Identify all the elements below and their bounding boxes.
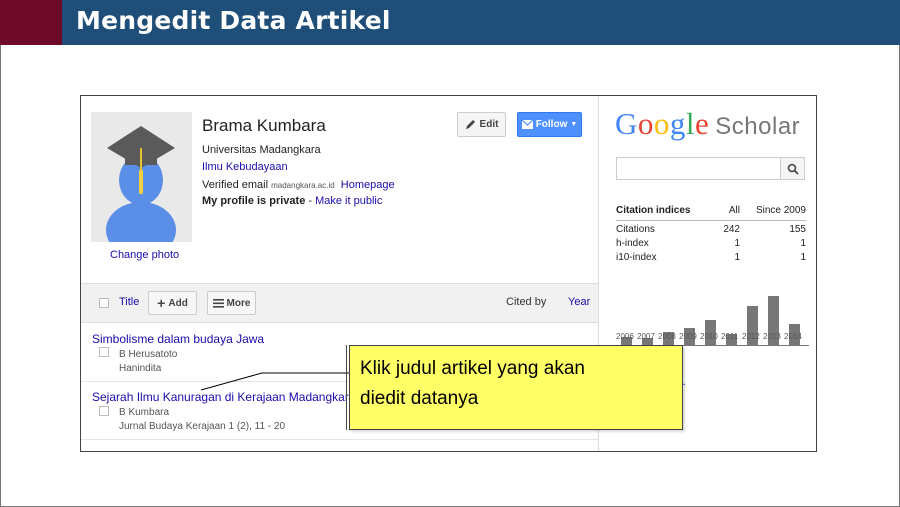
- callout-line-1: Klik judul artikel yang akan: [360, 358, 585, 379]
- callout-marker: [346, 345, 347, 430]
- callout-line-2: diedit datanya: [360, 388, 479, 409]
- callout-leader-line: [200, 372, 352, 391]
- instruction-callout: Klik judul artikel yang akan diedit data…: [349, 345, 683, 430]
